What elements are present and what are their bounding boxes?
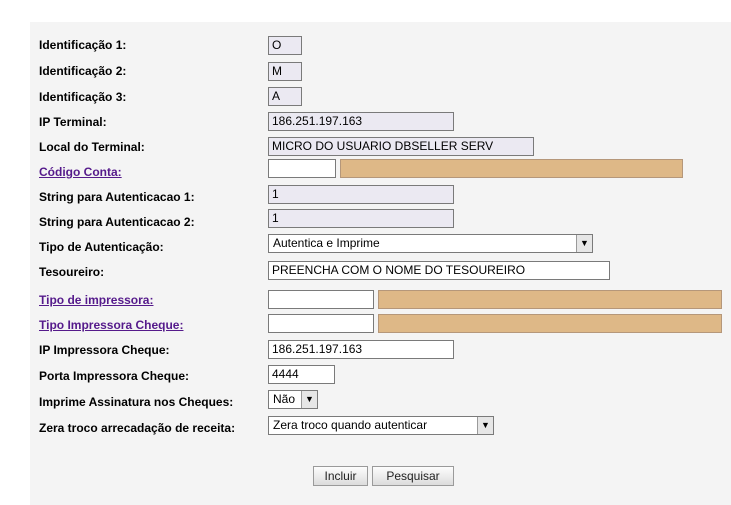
tesoureiro-field[interactable]: PREENCHA COM O NOME DO TESOUREIRO — [268, 261, 610, 280]
tipo-impressora-input[interactable] — [268, 290, 374, 309]
imprime-assinatura-label: Imprime Assinatura nos Cheques: — [39, 395, 234, 409]
local-terminal-field[interactable]: MICRO DO USUARIO DBSELLER SERV — [268, 137, 534, 156]
zera-troco-select[interactable]: Zera troco quando autenticar ▼ — [268, 416, 494, 435]
string-aut1-field[interactable]: 1 — [268, 185, 454, 204]
zera-troco-value: Zera troco quando autenticar — [273, 418, 428, 432]
chevron-down-icon[interactable]: ▼ — [477, 417, 493, 434]
ip-impressora-cheque-label: IP Impressora Cheque: — [39, 343, 170, 357]
codigo-conta-input[interactable] — [268, 159, 336, 178]
tesoureiro-label: Tesoureiro: — [39, 265, 105, 279]
tipo-autenticacao-value: Autentica e Imprime — [273, 236, 380, 250]
ip-terminal-label: IP Terminal: — [39, 115, 107, 129]
ip-impressora-cheque-field[interactable]: 186.251.197.163 — [268, 340, 454, 359]
incluir-button[interactable]: Incluir — [313, 466, 368, 486]
id2-field[interactable]: M — [268, 62, 302, 81]
tipo-impressora-link[interactable]: Tipo de impressora: — [39, 293, 153, 307]
tipo-autenticacao-select[interactable]: Autentica e Imprime ▼ — [268, 234, 593, 253]
chevron-down-icon[interactable]: ▼ — [301, 391, 317, 408]
imprime-assinatura-value: Não — [273, 392, 296, 406]
id3-field[interactable]: A — [268, 87, 302, 106]
id3-label: Identificação 3: — [39, 90, 127, 104]
tipo-impressora-cheque-description — [378, 314, 722, 333]
local-terminal-label: Local do Terminal: — [39, 140, 145, 154]
string-aut2-label: String para Autenticacao 2: — [39, 215, 195, 229]
string-aut2-field[interactable]: 1 — [268, 209, 454, 228]
id1-label: Identificação 1: — [39, 38, 127, 52]
chevron-down-icon[interactable]: ▼ — [576, 235, 592, 252]
tipo-impressora-description — [378, 290, 722, 309]
zera-troco-label: Zera troco arrecadação de receita: — [39, 421, 236, 435]
porta-impressora-cheque-field[interactable]: 4444 — [268, 365, 335, 384]
tipo-impressora-cheque-link[interactable]: Tipo Impressora Cheque: — [39, 318, 183, 332]
tipo-impressora-cheque-input[interactable] — [268, 314, 374, 333]
ip-terminal-field[interactable]: 186.251.197.163 — [268, 112, 454, 131]
imprime-assinatura-select[interactable]: Não ▼ — [268, 390, 318, 409]
codigo-conta-link[interactable]: Código Conta: — [39, 165, 122, 179]
codigo-conta-description — [340, 159, 683, 178]
id1-field[interactable]: O — [268, 36, 302, 55]
pesquisar-button[interactable]: Pesquisar — [372, 466, 454, 486]
string-aut1-label: String para Autenticacao 1: — [39, 190, 195, 204]
tipo-autenticacao-label: Tipo de Autenticação: — [39, 240, 164, 254]
porta-impressora-cheque-label: Porta Impressora Cheque: — [39, 369, 190, 383]
id2-label: Identificação 2: — [39, 64, 127, 78]
